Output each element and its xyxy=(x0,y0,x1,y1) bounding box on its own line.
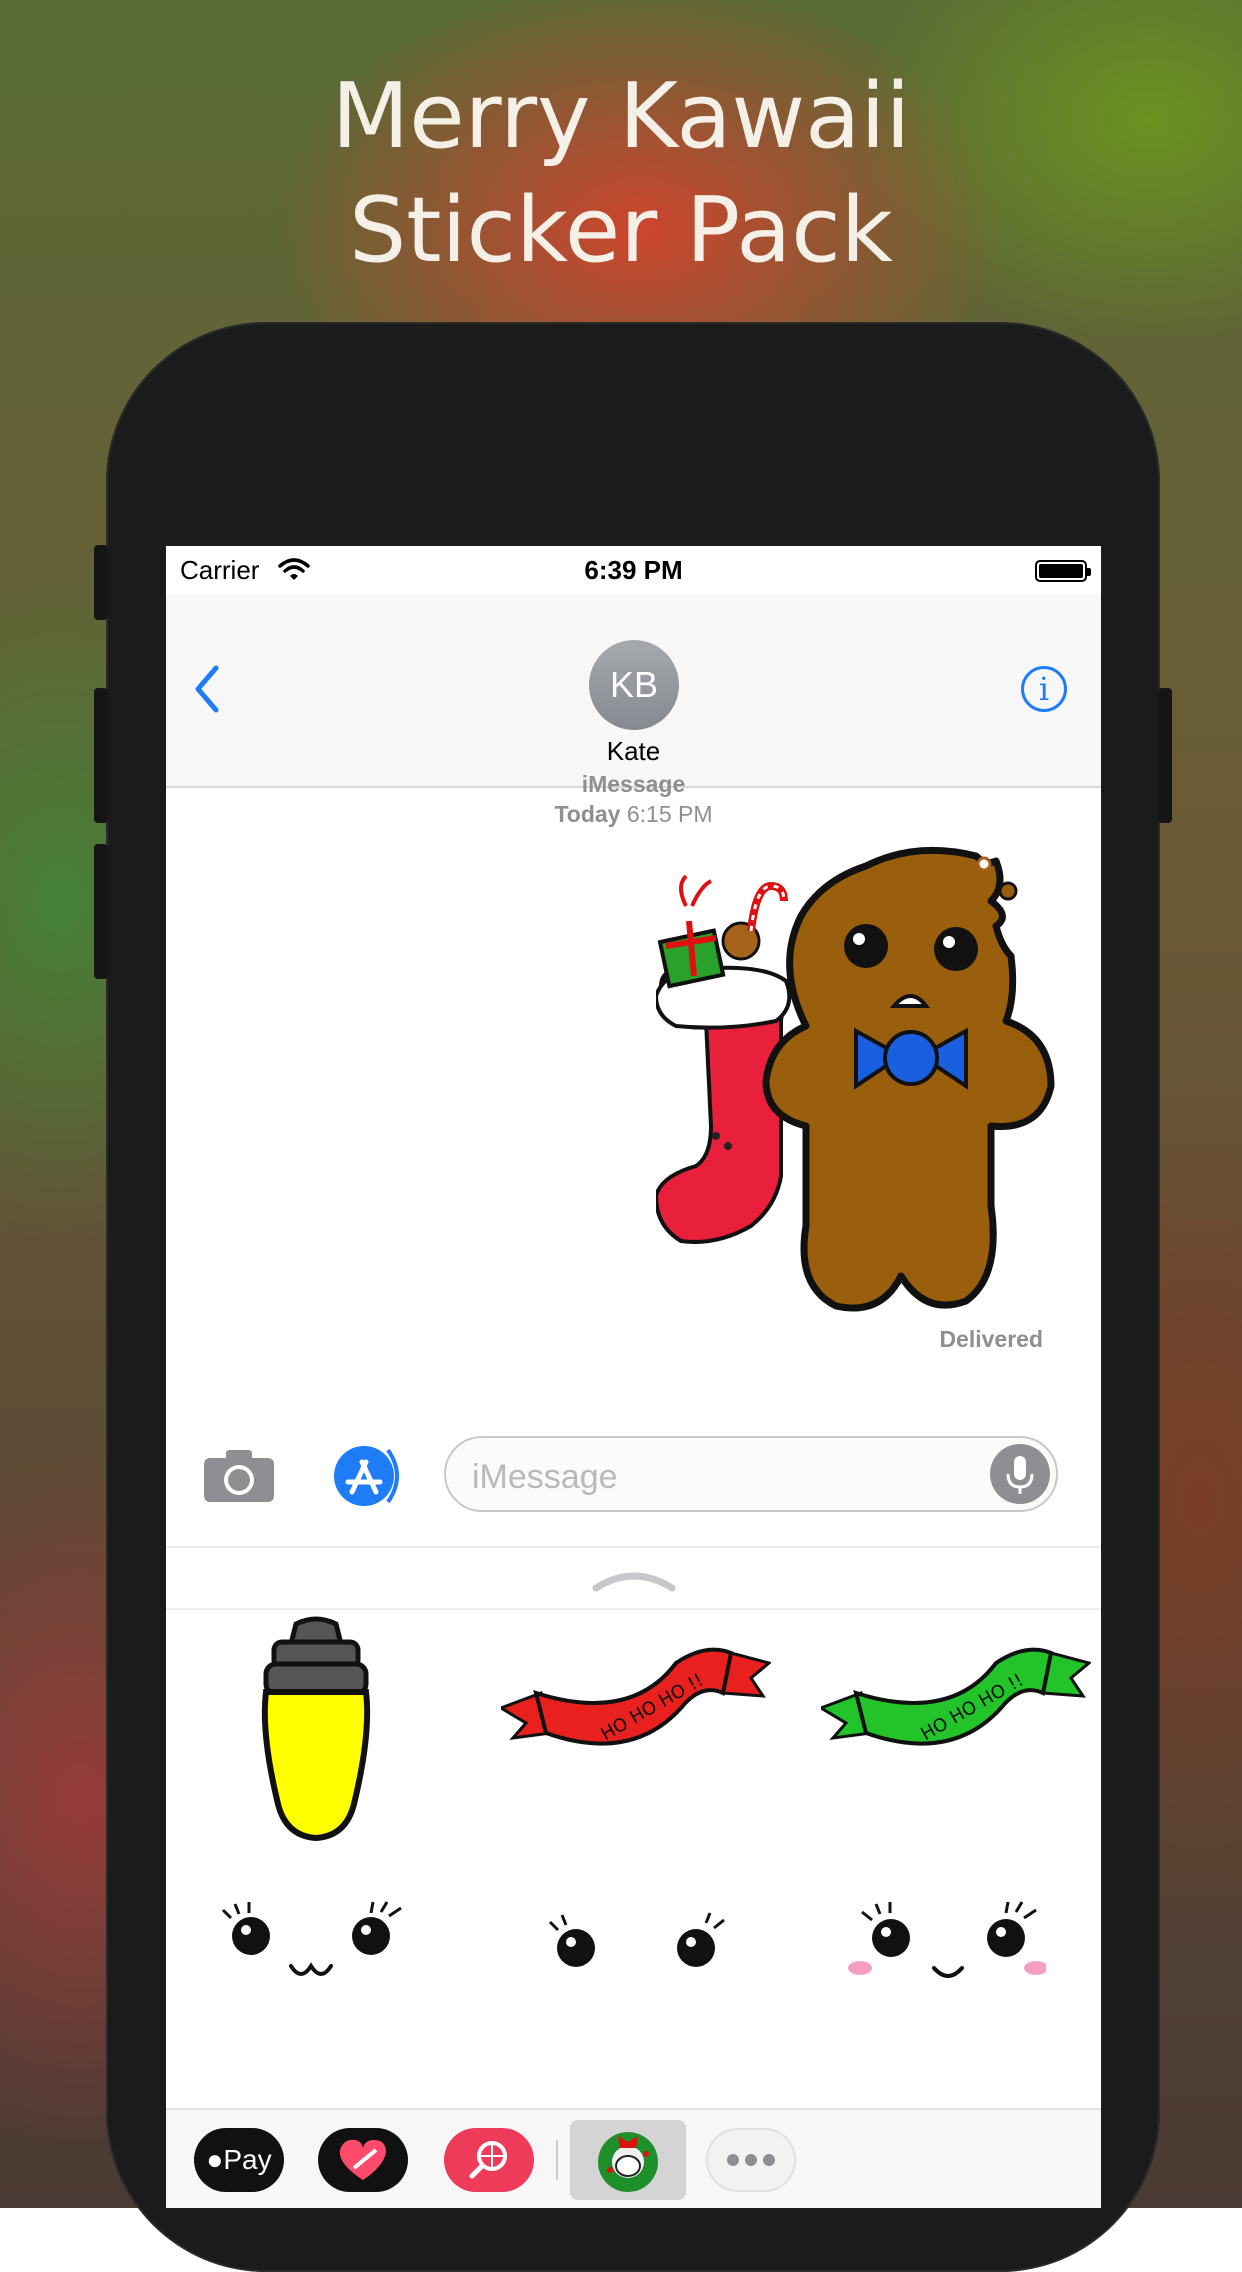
more-apps-button[interactable] xyxy=(706,2128,796,2192)
kawaii-blush-face-sticker[interactable] xyxy=(846,1898,1046,1998)
heart-icon xyxy=(339,2139,386,2180)
headline-line-2: Sticker Pack xyxy=(349,178,893,283)
images-search-app-button[interactable] xyxy=(444,2128,534,2192)
delivery-status: Delivered xyxy=(939,1326,1043,1352)
apple-pay-label: Pay xyxy=(223,2144,272,2175)
apple-pay-app-button[interactable]: ●Pay xyxy=(194,2128,284,2192)
back-chevron-icon[interactable] xyxy=(192,664,222,714)
app-store-icon[interactable] xyxy=(326,1444,410,1508)
expand-chevron-icon[interactable] xyxy=(592,1566,676,1596)
christmas-light-sticker[interactable] xyxy=(236,1614,396,1854)
camera-icon[interactable] xyxy=(202,1448,276,1504)
phone-power-button xyxy=(1158,688,1172,823)
digital-touch-app-button[interactable] xyxy=(318,2128,408,2192)
message-input[interactable]: iMessage xyxy=(444,1436,1058,1512)
info-icon[interactable]: i xyxy=(1021,666,1067,712)
conversation-header: KB Kate i xyxy=(166,594,1101,788)
compose-bar: iMessage xyxy=(166,1406,1101,1544)
apple-icon: ● xyxy=(206,2144,224,2175)
timestamp-day: Today xyxy=(554,801,621,827)
globe-search-icon xyxy=(469,2141,507,2179)
headline-line-1: Merry Kawaii xyxy=(331,64,911,169)
battery-icon xyxy=(1035,560,1091,582)
more-dots-icon xyxy=(727,2154,775,2166)
headline: Merry Kawaii Sticker Pack xyxy=(0,60,1242,288)
imessage-app-strip: ●Pay xyxy=(166,2108,1101,2208)
app-strip-separator xyxy=(556,2140,558,2180)
status-bar: Carrier 6:39 PM xyxy=(166,546,1101,594)
drawer-divider xyxy=(166,1608,1101,1610)
gingerbread-sticker[interactable] xyxy=(656,846,1076,1326)
microphone-icon[interactable] xyxy=(990,1444,1050,1504)
contact-avatar[interactable]: KB xyxy=(589,640,679,730)
message-placeholder: iMessage xyxy=(472,1458,618,1496)
phone-silent-switch xyxy=(94,545,108,620)
green-ho-ho-ho-banner-sticker[interactable]: HO HO HO !! xyxy=(821,1638,1091,1758)
wreath-icon xyxy=(598,2132,658,2192)
message-timestamp: Today 6:15 PM xyxy=(166,801,1101,828)
phone-volume-up xyxy=(94,688,108,823)
gingerbread-body-graphic xyxy=(762,846,1055,1312)
kawaii-eyes-smile-sticker[interactable] xyxy=(221,1898,411,1988)
sticker-pack-app-button[interactable] xyxy=(570,2120,686,2200)
kawaii-eyes-sticker[interactable] xyxy=(536,1908,726,1978)
phone-screen: Carrier 6:39 PM KB Kate i iMessage Today… xyxy=(166,546,1101,2208)
contact-name[interactable]: Kate xyxy=(166,736,1101,767)
red-ho-ho-ho-banner-sticker[interactable]: HO HO HO !! xyxy=(501,1638,771,1758)
service-label: iMessage xyxy=(581,771,686,797)
sticker-drawer: HO HO HO !! HO HO HO !! xyxy=(166,1546,1101,2068)
timestamp-time: 6:15 PM xyxy=(626,801,713,827)
status-time: 6:39 PM xyxy=(584,555,683,585)
phone-volume-down xyxy=(94,844,108,979)
